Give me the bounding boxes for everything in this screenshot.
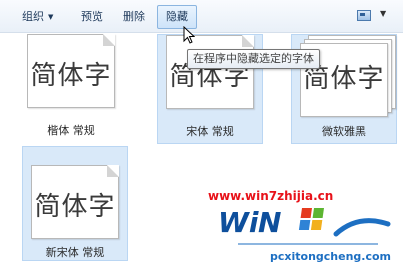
font-preview-page: 简体字 bbox=[31, 165, 119, 239]
font-name: 楷体 常规 bbox=[47, 124, 95, 137]
font-tile[interactable]: 简体字 楷体 常规 bbox=[21, 34, 121, 142]
font-name: 新宋体 常规 bbox=[45, 246, 105, 259]
view-options-dropdown-icon[interactable]: ▼ bbox=[380, 9, 386, 18]
command-bar: 组织 ▼ 预览 删除 隐藏 ▼ bbox=[0, 0, 403, 33]
page-fold bbox=[103, 34, 115, 46]
delete-button[interactable]: 删除 bbox=[123, 6, 145, 27]
preview-button[interactable]: 预览 bbox=[81, 6, 103, 27]
font-tile-selected[interactable]: 简体字 新宋体 常规 bbox=[22, 146, 128, 261]
watermark-url: www.win7zhijia.cn bbox=[208, 189, 334, 203]
font-sample: 简体字 bbox=[34, 192, 116, 222]
font-preview-page: 简体字 bbox=[166, 35, 254, 109]
watermark-logo: Wi N bbox=[218, 206, 391, 245]
organize-menu-button[interactable]: 组织 ▼ bbox=[22, 6, 53, 27]
dropdown-arrow-icon: ▼ bbox=[48, 13, 54, 21]
svg-text:Wi: Wi bbox=[218, 206, 259, 239]
font-preview-page: 简体字 bbox=[27, 34, 115, 108]
organize-label: 组织 bbox=[22, 10, 44, 23]
page-fold bbox=[107, 165, 119, 177]
mouse-cursor-icon bbox=[183, 26, 195, 44]
font-sample: 简体字 bbox=[30, 61, 112, 91]
svg-text:N: N bbox=[258, 206, 281, 239]
page-fold bbox=[242, 35, 254, 47]
font-name: 宋体 常规 bbox=[186, 125, 234, 138]
view-options-icon[interactable] bbox=[357, 10, 371, 21]
windows-logo-icon bbox=[298, 208, 324, 230]
watermark-site: pcxitongcheng.com bbox=[270, 250, 392, 263]
hide-button-tooltip: 在程序中隐藏选定的字体 bbox=[187, 49, 320, 69]
font-name: 微软雅黑 bbox=[322, 125, 366, 138]
